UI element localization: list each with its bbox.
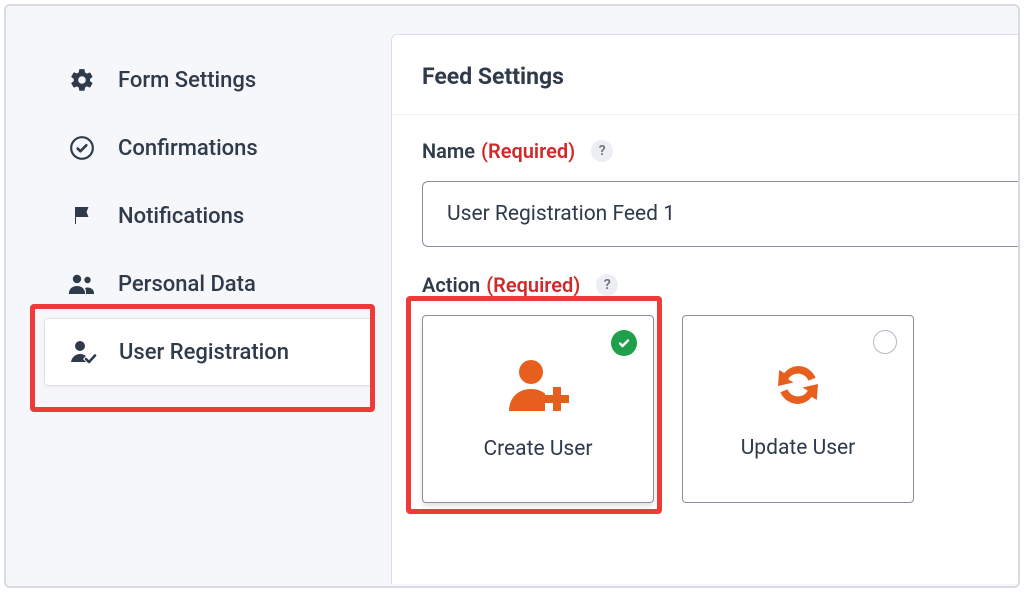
sidebar-item-label: User Registration [119, 340, 289, 365]
help-icon[interactable]: ? [596, 274, 618, 296]
feed-settings-panel: Feed Settings Name (Required) ? Action (… [391, 34, 1020, 584]
sync-icon [771, 358, 825, 416]
settings-sidebar: Form Settings Confirmations Notification… [44, 46, 374, 386]
check-circle-icon [68, 134, 96, 162]
panel-title: Feed Settings [392, 35, 1020, 115]
sidebar-item-label: Form Settings [118, 68, 256, 93]
app-frame: Form Settings Confirmations Notification… [4, 4, 1020, 588]
selected-check-icon [611, 330, 637, 356]
name-field-label-row: Name (Required) ? [422, 139, 996, 163]
sidebar-item-user-registration[interactable]: User Registration [44, 318, 374, 386]
gear-icon [68, 66, 96, 94]
action-options: Create User Update User [422, 315, 996, 503]
sidebar-item-form-settings[interactable]: Form Settings [44, 46, 374, 114]
action-label: Action [422, 273, 480, 297]
action-create-user[interactable]: Create User [422, 315, 654, 503]
action-card-label: Create User [483, 437, 592, 461]
panel-body: Name (Required) ? Action (Required) ? [392, 115, 1020, 533]
flag-icon [68, 202, 96, 230]
action-card-label: Update User [741, 436, 856, 460]
sidebar-item-confirmations[interactable]: Confirmations [44, 114, 374, 182]
sidebar-item-notifications[interactable]: Notifications [44, 182, 374, 250]
help-icon[interactable]: ? [591, 140, 613, 162]
required-marker: (Required) [486, 273, 580, 297]
name-label: Name [422, 139, 475, 163]
user-check-icon [69, 338, 97, 366]
unselected-radio-icon [873, 330, 897, 354]
users-icon [68, 270, 96, 298]
action-update-user[interactable]: Update User [682, 315, 914, 503]
sidebar-item-label: Notifications [118, 204, 244, 229]
sidebar-item-personal-data[interactable]: Personal Data [44, 250, 374, 318]
sidebar-item-label: Confirmations [118, 136, 258, 161]
action-field-label-row: Action (Required) ? [422, 273, 996, 297]
sidebar-item-label: Personal Data [118, 272, 256, 297]
required-marker: (Required) [481, 139, 575, 163]
feed-name-input[interactable] [422, 181, 1020, 247]
user-plus-icon [505, 357, 571, 417]
